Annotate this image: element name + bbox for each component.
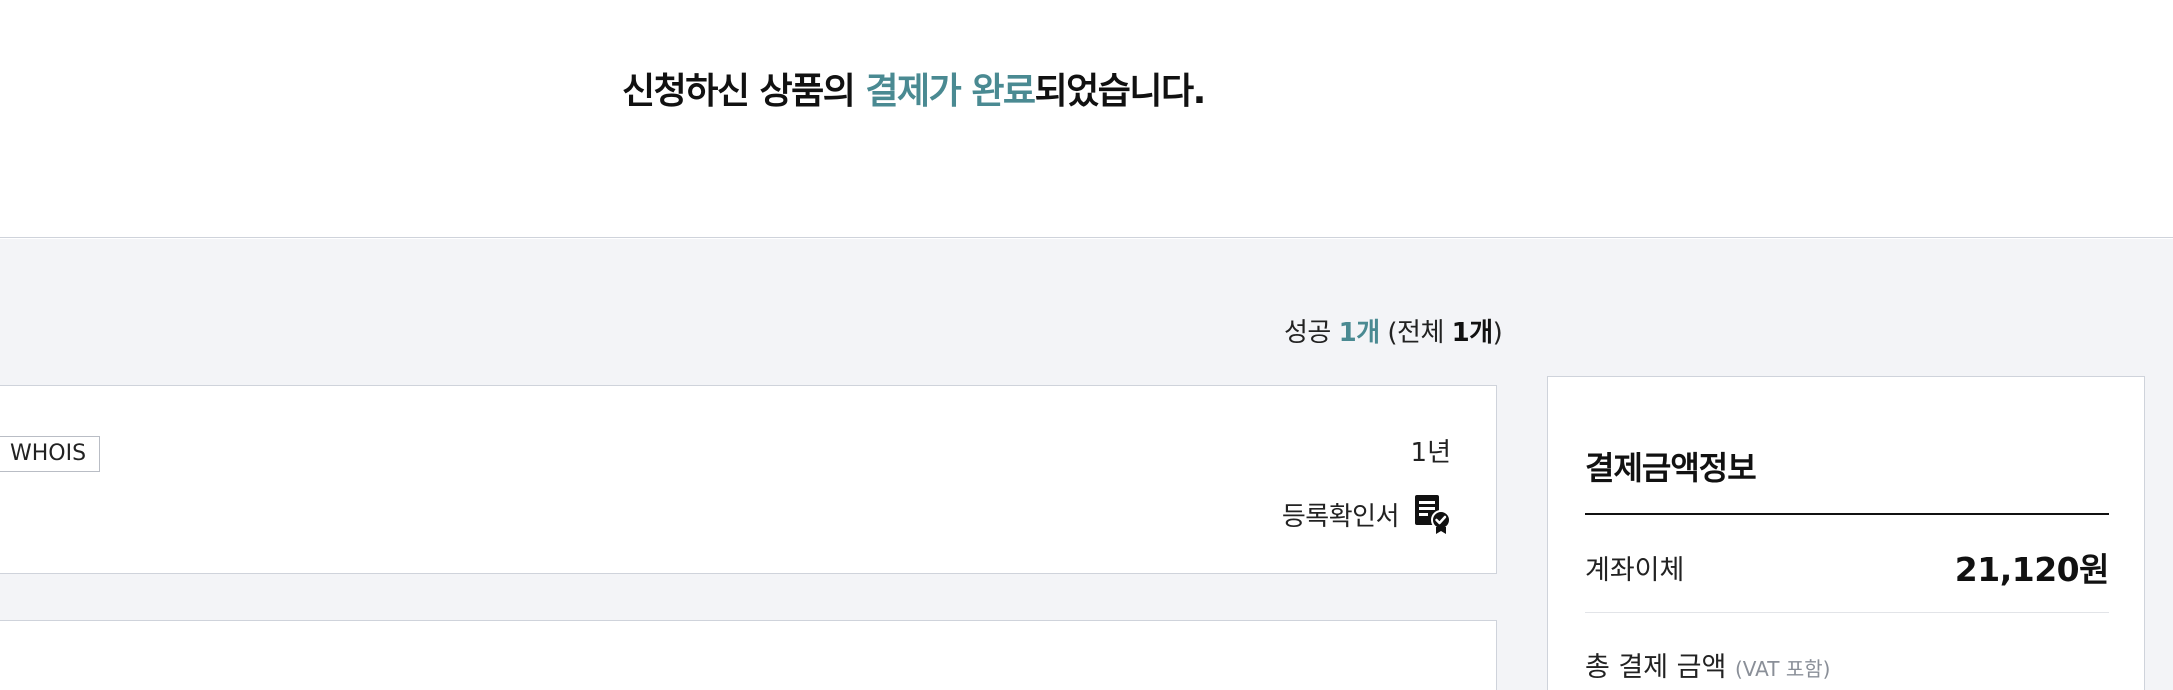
payment-title: 결제금액정보 [1585,449,1757,487]
product-card: WHOIS 1년 등록확인서 [0,385,1497,574]
title-suffix: 되었습니다. [1034,71,1207,112]
title-prefix: 신청하신 상품의 [622,71,866,112]
payment-amount: 21,120원 [1954,550,2110,589]
payment-method: 계좌이체 [1585,555,1685,586]
certificate-label[interactable]: 등록확인서 [1282,496,1400,533]
total-payment-label: 총 결제 금액 [1585,652,1727,683]
product-period: 1년 [1410,438,1451,468]
total-close: ) [1492,318,1503,348]
payment-info-panel: 결제금액정보 계좌이체 21,120원 총 결제 금액 (VAT 포함) [1547,376,2145,690]
result-summary: 성공 1개 (전체 1개) [1284,312,1503,349]
success-label: 성공 [1284,318,1331,348]
title-highlight: 결제가 완료 [865,71,1036,112]
certificate-icon[interactable] [1413,494,1451,534]
completion-header: 신청하신 상품의 결제가 완료되었습니다. [0,0,2173,238]
total-open: (전체 [1387,318,1444,348]
payment-method-row: 계좌이체 21,120원 [1585,515,2110,613]
total-count: 1개 [1451,318,1494,348]
vat-note: (VAT 포함) [1734,657,1831,681]
page: 신청하신 상품의 결제가 완료되었습니다. 성공 1개 (전체 1개) WHOI… [0,0,2173,690]
whois-tag: WHOIS [0,436,101,472]
product-card-secondary [0,620,1497,690]
certificate-link[interactable]: 등록확인서 [1282,494,1451,534]
success-count: 1개 [1338,318,1381,348]
page-title: 신청하신 상품의 결제가 완료되었습니다. [622,62,1207,114]
total-payment: 총 결제 금액 (VAT 포함) [1585,645,1830,684]
